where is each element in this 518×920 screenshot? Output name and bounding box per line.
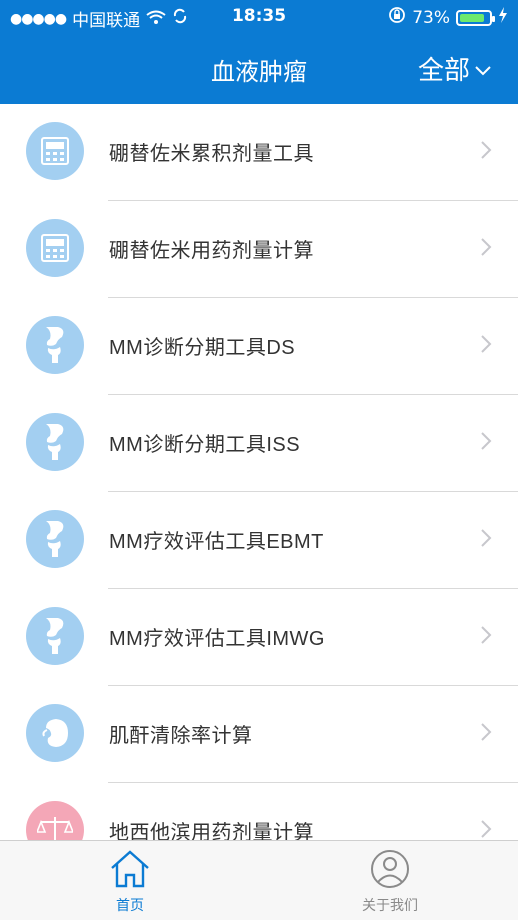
- chevron-right-icon: [478, 722, 494, 742]
- status-bar: ●●●●● 中国联通 18:35 73%: [0, 0, 518, 34]
- filter-dropdown[interactable]: 全部: [418, 50, 492, 87]
- filter-label: 全部: [417, 56, 470, 86]
- chevron-right-icon: [478, 140, 494, 160]
- list-item[interactable]: 硼替佐米累积剂量工具: [0, 104, 518, 201]
- list-item[interactable]: 硼替佐米用药剂量计算: [0, 201, 518, 298]
- list-item[interactable]: MM疗效评估工具EBMT: [0, 492, 518, 589]
- list-item[interactable]: MM诊断分期工具ISS: [0, 395, 518, 492]
- list-item-label: MM诊断分期工具DS: [109, 337, 296, 359]
- tab-about-us-label: 关于我们: [362, 898, 418, 914]
- chevron-right-icon: [478, 625, 494, 645]
- list-item-label: 硼替佐米累积剂量工具: [109, 143, 314, 165]
- bone-joint-icon: [26, 316, 84, 374]
- chevron-down-icon: [474, 54, 492, 84]
- balance-scale-icon: [26, 801, 84, 840]
- home-icon: [109, 850, 151, 893]
- bone-joint-icon: [26, 607, 84, 665]
- chevron-right-icon: [478, 528, 494, 548]
- user-profile-icon: [369, 850, 411, 893]
- calculator-icon: [26, 219, 84, 277]
- list-item-label: 肌酐清除率计算: [109, 725, 253, 747]
- tab-about-us[interactable]: 关于我们: [330, 849, 450, 915]
- list-item[interactable]: 地西他滨用药剂量计算: [0, 783, 518, 840]
- chevron-right-icon: [478, 237, 494, 257]
- tab-bar: 首页 关于我们: [0, 840, 518, 920]
- list-item-label: MM疗效评估工具IMWG: [109, 628, 325, 650]
- battery-icon: [456, 9, 495, 26]
- list-item-label: MM疗效评估工具EBMT: [109, 531, 324, 553]
- tool-list: 硼替佐米累积剂量工具 硼替佐米用药剂量计算 MM诊断分期工具DS MM诊断分期工…: [0, 104, 518, 840]
- list-item-label: MM诊断分期工具ISS: [109, 434, 301, 456]
- charging-icon: [498, 7, 508, 28]
- chevron-right-icon: [478, 819, 494, 839]
- list-item[interactable]: MM诊断分期工具DS: [0, 298, 518, 395]
- calculator-icon: [26, 122, 84, 180]
- list-item-label: 地西他滨用药剂量计算: [109, 822, 314, 840]
- bone-joint-icon: [26, 510, 84, 568]
- top-bar: ●●●●● 中国联通 18:35 73% 血液肿瘤 全部: [0, 0, 518, 104]
- nav-bar: 血液肿瘤 全部: [0, 34, 518, 104]
- list-item[interactable]: MM疗效评估工具IMWG: [0, 589, 518, 686]
- bone-joint-icon: [26, 413, 84, 471]
- battery-percent: 73%: [412, 7, 450, 28]
- orientation-lock-icon: [388, 6, 406, 29]
- list-item[interactable]: 肌酐清除率计算: [0, 686, 518, 783]
- kidney-icon: [26, 704, 84, 762]
- chevron-right-icon: [478, 334, 494, 354]
- chevron-right-icon: [478, 431, 494, 451]
- tab-home[interactable]: 首页: [70, 849, 190, 915]
- list-item-label: 硼替佐米用药剂量计算: [109, 240, 314, 262]
- tab-home-label: 首页: [116, 898, 144, 914]
